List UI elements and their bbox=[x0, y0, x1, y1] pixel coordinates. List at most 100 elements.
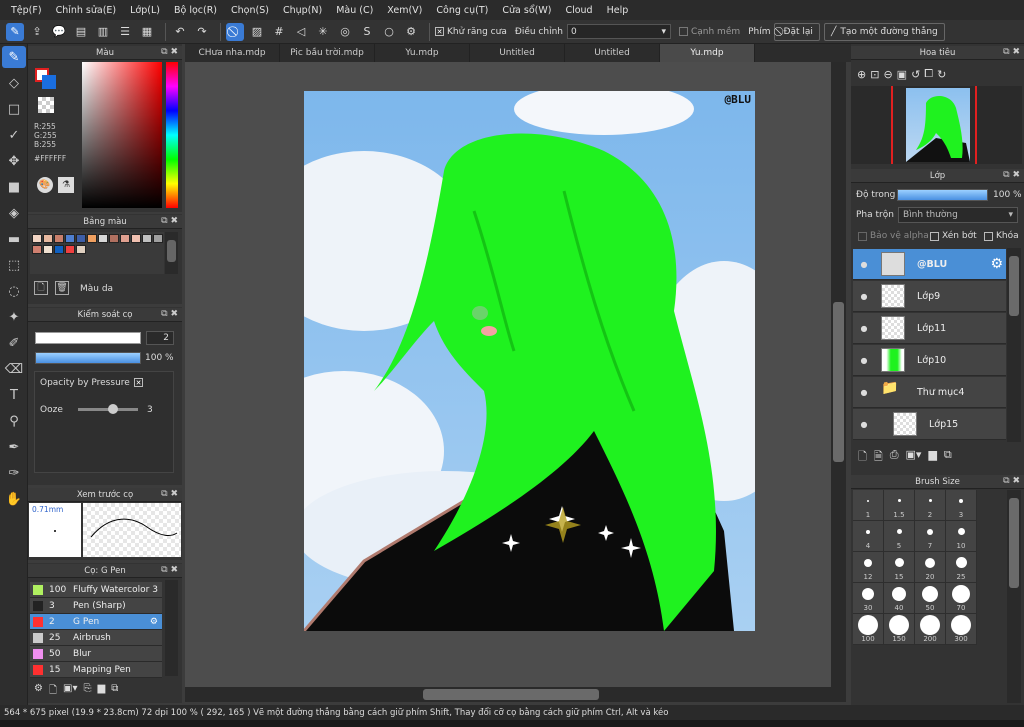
ooze-slider-handle[interactable] bbox=[108, 404, 118, 414]
hand-tool-icon[interactable]: ✋ bbox=[2, 488, 26, 510]
lasso-tool-icon[interactable]: ◌ bbox=[2, 280, 26, 302]
brush-item[interactable]: 25 Airbrush bbox=[30, 630, 162, 646]
brush-size-cell[interactable]: 100 bbox=[853, 614, 884, 645]
brush-item[interactable]: 50 Blur bbox=[30, 646, 162, 662]
brush-size-scrollbar[interactable] bbox=[1007, 490, 1021, 703]
brush-list-scrollbar[interactable] bbox=[165, 580, 178, 676]
no-snap-icon[interactable]: ⃠ bbox=[226, 22, 244, 41]
brush-size-cell[interactable]: 4 bbox=[853, 521, 884, 552]
brush-size-cell[interactable]: 300 bbox=[946, 614, 977, 645]
menu-item[interactable]: Tệp(F) bbox=[4, 5, 49, 16]
move-tool-icon[interactable]: ✥ bbox=[2, 150, 26, 172]
panel-controls-icon[interactable]: ⧉ ✖ bbox=[1003, 47, 1020, 57]
gradient-tool-icon[interactable]: ▬ bbox=[2, 228, 26, 250]
list-icon[interactable]: ☰ bbox=[116, 23, 134, 41]
visibility-icon[interactable]: ● bbox=[853, 356, 875, 365]
canvas-horizontal-scrollbar[interactable] bbox=[185, 687, 846, 702]
panel-controls-icon[interactable]: ⧉ ✖ bbox=[1003, 170, 1020, 180]
saturation-value-picker[interactable] bbox=[82, 62, 162, 208]
menu-item[interactable]: Màu (C) bbox=[329, 5, 380, 16]
rect-select-tool-icon[interactable]: □ bbox=[2, 98, 26, 120]
document-tab[interactable]: Untitled bbox=[565, 44, 660, 62]
background-color-swatch[interactable] bbox=[42, 75, 56, 89]
layer-item[interactable]: ● @BLU ⚙ bbox=[853, 249, 1006, 280]
trash-icon[interactable]: 🗑 bbox=[55, 281, 69, 295]
brush-item[interactable]: 100 Fluffy Watercolor 3 bbox=[30, 582, 162, 598]
eyedropper-tool-icon[interactable]: ✑ bbox=[2, 462, 26, 484]
brush-size-cell[interactable]: 3 bbox=[946, 490, 977, 521]
document-tab[interactable]: CHưa nha.mdp bbox=[185, 44, 280, 62]
palette-swatch[interactable] bbox=[65, 234, 75, 243]
dropper-tool-icon[interactable]: ⚲ bbox=[2, 410, 26, 432]
brush-size-cell[interactable]: 50 bbox=[915, 583, 946, 614]
grid-snap-icon[interactable]: # bbox=[270, 23, 288, 41]
antialias-checkbox[interactable]: ✕ bbox=[435, 27, 444, 36]
layer-item[interactable]: ● 📁 Thư mục4 bbox=[853, 377, 1006, 408]
brush-opacity-slider[interactable] bbox=[35, 352, 141, 364]
parallel-snap-icon[interactable]: ▨ bbox=[248, 23, 266, 41]
layer-list-scrollbar[interactable] bbox=[1007, 248, 1021, 442]
lock-checkbox[interactable] bbox=[984, 231, 993, 241]
comment-icon[interactable]: 💬 bbox=[50, 23, 68, 41]
clipping-option[interactable]: Xén bớt bbox=[930, 231, 977, 241]
brush-item[interactable]: 2 G Pen ⚙ bbox=[30, 614, 162, 630]
layer-item[interactable]: ● Lớp11 bbox=[853, 313, 1006, 344]
brush-size-cell[interactable]: 150 bbox=[884, 614, 915, 645]
palette-swatch[interactable] bbox=[76, 234, 86, 243]
blend-mode-select[interactable]: Bình thường ▾ bbox=[898, 207, 1018, 223]
brush-size-cell[interactable]: 1 bbox=[853, 490, 884, 521]
soft-edge-checkbox[interactable] bbox=[678, 27, 688, 36]
brush-size-cell[interactable]: 15 bbox=[884, 552, 915, 583]
actual-size-icon[interactable]: ▣ bbox=[897, 68, 907, 81]
visibility-icon[interactable]: ● bbox=[853, 420, 875, 429]
page-icon[interactable]: ▥ bbox=[94, 23, 112, 41]
menu-item[interactable]: Chụp(N) bbox=[276, 5, 329, 16]
perspective-snap-icon[interactable]: ◁ bbox=[292, 23, 310, 41]
color-dropper-icon[interactable]: ⚗ bbox=[58, 177, 74, 193]
visibility-icon[interactable]: ● bbox=[853, 388, 875, 397]
brush-size-cell[interactable]: 2 bbox=[915, 490, 946, 521]
menu-item[interactable]: Cửa sổ(W) bbox=[495, 5, 558, 16]
new-layer-image-icon[interactable]: 🗎 bbox=[874, 448, 883, 467]
palette-icon[interactable]: 🎨 bbox=[37, 177, 53, 193]
menu-item[interactable]: Công cụ(T) bbox=[429, 5, 495, 16]
folder-icon[interactable]: ▆ bbox=[928, 448, 936, 467]
clipping-checkbox[interactable] bbox=[930, 231, 939, 241]
copy-brush-icon[interactable]: ⎘ bbox=[83, 683, 91, 700]
panel-controls-icon[interactable]: ⧉ ✖ bbox=[161, 309, 178, 319]
palette-swatch[interactable] bbox=[153, 234, 163, 243]
brush-size-cell[interactable]: 40 bbox=[884, 583, 915, 614]
brush-size-cell[interactable]: 20 bbox=[915, 552, 946, 583]
brush-size-cell[interactable]: 10 bbox=[946, 521, 977, 552]
alpha-protect-checkbox[interactable] bbox=[858, 231, 867, 241]
duplicate-icon[interactable]: ⧉ bbox=[111, 683, 118, 700]
layer-icon[interactable]: ▤ bbox=[72, 23, 90, 41]
select-tool-icon[interactable]: ⬚ bbox=[2, 254, 26, 276]
select-pen-tool-icon[interactable]: ✐ bbox=[2, 332, 26, 354]
line-button[interactable]: ╱ Tạo một đường thẳng bbox=[823, 22, 945, 41]
new-layer-copy-icon[interactable]: ⎙ bbox=[890, 448, 899, 467]
panel-controls-icon[interactable]: ⧉ ✖ bbox=[161, 216, 178, 226]
curve-snap-icon[interactable]: S bbox=[358, 23, 376, 41]
menu-item[interactable]: Help bbox=[600, 5, 636, 16]
lock-option[interactable]: Khóa bbox=[984, 231, 1019, 241]
menu-item[interactable]: Chọn(S) bbox=[224, 5, 276, 16]
document-tab[interactable]: Pic bầu trời.mdp bbox=[280, 44, 375, 62]
canvas-vertical-scrollbar[interactable] bbox=[831, 62, 846, 687]
palette-swatch[interactable] bbox=[54, 245, 64, 254]
new-palette-icon[interactable]: 🗋 bbox=[34, 281, 48, 295]
alpha-protect-option[interactable]: Bảo vệ alpha bbox=[858, 231, 929, 241]
panel-controls-icon[interactable]: ⧉ ✖ bbox=[161, 47, 178, 57]
palette-swatch[interactable] bbox=[142, 234, 152, 243]
gear-icon[interactable]: ⚙ bbox=[990, 256, 1003, 272]
eraser-tool-icon[interactable]: ◇ bbox=[2, 72, 26, 94]
navigator-preview[interactable] bbox=[851, 86, 1022, 164]
shape-tool-icon[interactable]: ■ bbox=[2, 176, 26, 198]
document-tab[interactable]: Yu.mdp bbox=[375, 44, 470, 62]
menu-item[interactable]: Chỉnh sửa(E) bbox=[49, 5, 124, 16]
brush-size-slider[interactable] bbox=[35, 332, 141, 344]
rotate-right-icon[interactable]: ↻ bbox=[937, 68, 946, 81]
pressure-checkbox[interactable]: ✕ bbox=[134, 378, 143, 387]
settings-icon[interactable]: ⚙ bbox=[402, 23, 420, 41]
rotate-left-icon[interactable]: ↺ bbox=[911, 68, 920, 81]
